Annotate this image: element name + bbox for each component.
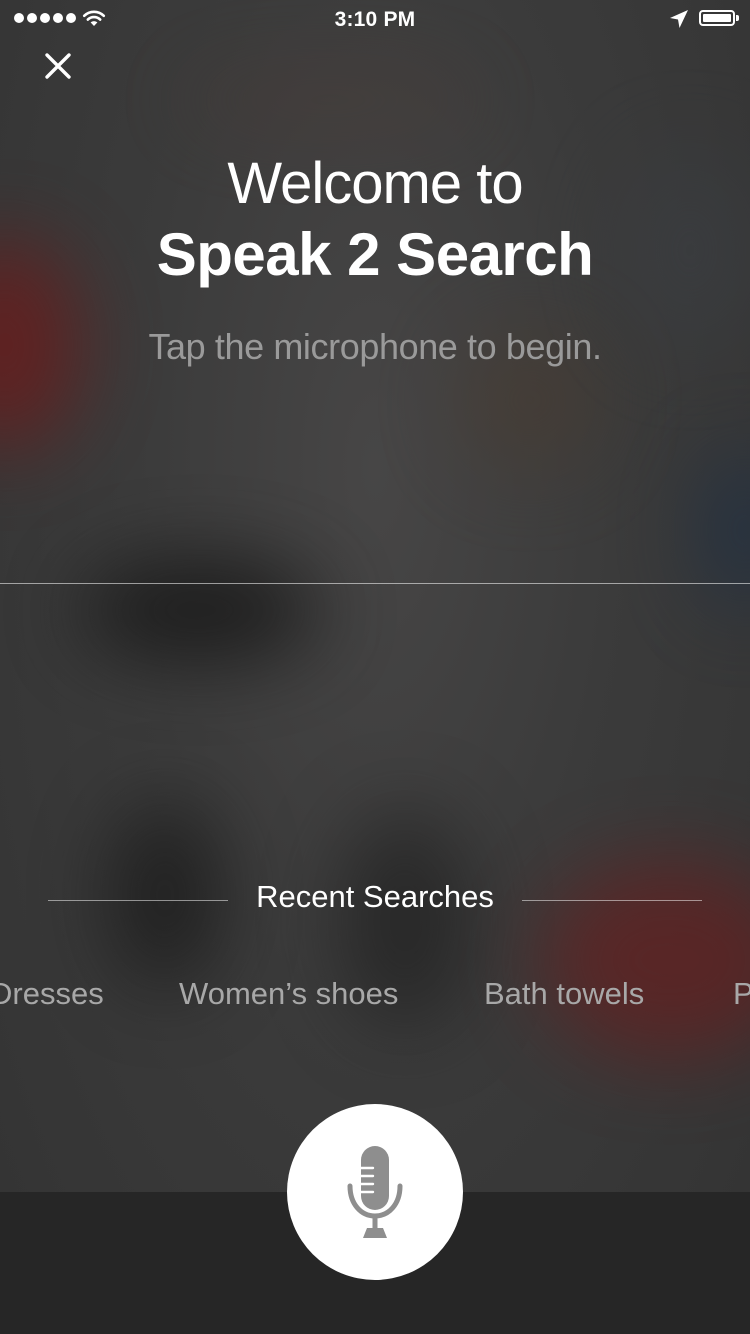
recent-search-item[interactable]: P (733, 976, 750, 1012)
recent-searches-heading: Recent Searches (256, 879, 494, 914)
recent-searches-rule-right (522, 900, 702, 901)
recent-search-item[interactable]: Bath towels (484, 976, 644, 1012)
battery-icon (699, 10, 735, 26)
welcome-title: Welcome to (227, 151, 523, 216)
microphone-icon (347, 1146, 403, 1238)
location-arrow-icon (670, 10, 688, 28)
close-button[interactable] (40, 48, 76, 84)
instruction-subtitle: Tap the microphone to begin. (148, 326, 602, 367)
divider (0, 583, 750, 584)
background-blob (180, 70, 480, 130)
battery-level (703, 14, 731, 22)
recent-search-item[interactable]: Dresses (0, 976, 104, 1012)
status-time: 3:10 PM (334, 8, 416, 31)
background-blob (80, 560, 320, 660)
recent-search-item[interactable]: Women’s shoes (179, 976, 398, 1012)
microphone-button[interactable] (287, 1104, 463, 1280)
close-icon (45, 53, 71, 79)
status-bar: 3:10 PM (0, 0, 750, 40)
battery-tip (736, 15, 739, 21)
background-blob (700, 450, 750, 610)
app-name-title: Speak 2 Search (156, 221, 594, 288)
